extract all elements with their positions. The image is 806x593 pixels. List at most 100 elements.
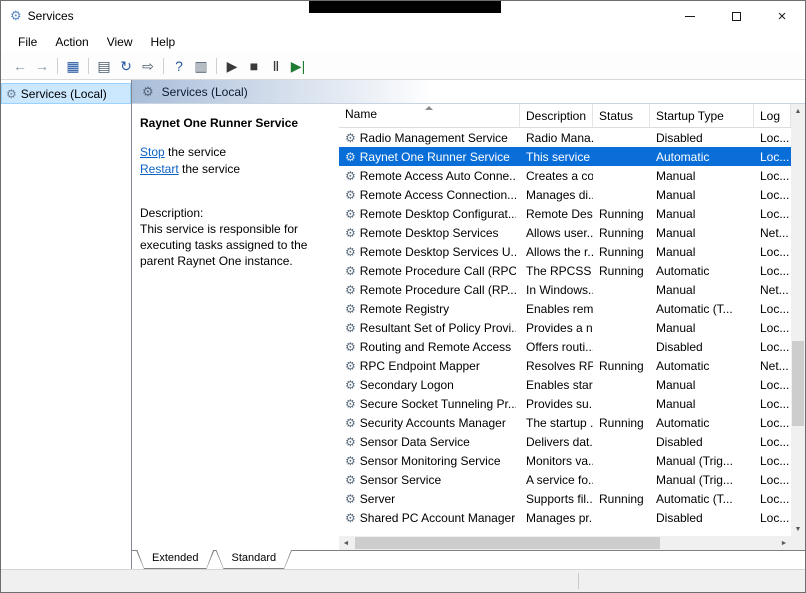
table-row[interactable]: ⚙ Resultant Set of Policy Provi... Provi… [339, 318, 791, 337]
horizontal-scroll-thumb[interactable] [355, 537, 660, 549]
cell-log-on-as: Loc... [754, 435, 791, 449]
tree-item-services-local[interactable]: ⚙ Services (Local) [2, 84, 130, 103]
cell-description: Allows user... [520, 226, 593, 240]
table-row[interactable]: ⚙ Remote Desktop Configurat... Remote De… [339, 204, 791, 223]
pause-service-icon[interactable]: Ⅱ [265, 55, 287, 77]
tab-extended[interactable]: Extended [136, 550, 214, 569]
minimize-button[interactable] [667, 1, 713, 31]
service-gear-icon: ⚙ [345, 188, 356, 202]
vertical-scrollbar[interactable]: ▲ ▼ [791, 104, 805, 536]
column-header-startup_type[interactable]: Startup Type [650, 104, 754, 127]
service-name: Secondary Logon [360, 378, 454, 392]
services-icon: ⚙ [6, 87, 17, 101]
cell-startup-type: Manual (Trig... [650, 473, 754, 487]
table-row[interactable]: ⚙ Remote Desktop Services U... Allows th… [339, 242, 791, 261]
service-gear-icon: ⚙ [345, 359, 356, 373]
extended-view-icon[interactable]: ▥ [190, 55, 212, 77]
services-header-icon: ⚙ [142, 84, 154, 100]
cell-startup-type: Manual [650, 169, 754, 183]
cell-description: Radio Mana... [520, 131, 593, 145]
table-row[interactable]: ⚙ Remote Procedure Call (RPC) The RPCSS … [339, 261, 791, 280]
table-row[interactable]: ⚙ Server Supports fil... Running Automat… [339, 489, 791, 508]
restart-service-link[interactable]: Restart [140, 162, 179, 176]
close-button[interactable]: × [759, 1, 805, 31]
restart-service-suffix: the service [179, 162, 240, 176]
cell-name: ⚙ Routing and Remote Access [339, 340, 520, 354]
cell-description: Delivers dat... [520, 435, 593, 449]
table-row[interactable]: ⚙ Shared PC Account Manager Manages pr..… [339, 508, 791, 527]
maximize-button[interactable] [713, 1, 759, 31]
scroll-up-icon[interactable]: ▲ [791, 104, 805, 118]
scroll-right-icon[interactable]: ► [777, 536, 791, 550]
stop-service-line: Stop the service [140, 144, 329, 161]
service-name: Resultant Set of Policy Provi... [360, 321, 516, 335]
menu-bar: FileActionViewHelp [1, 31, 805, 53]
tab-standard[interactable]: Standard [215, 550, 292, 569]
maximize-icon [732, 12, 741, 21]
vertical-scroll-thumb[interactable] [792, 341, 804, 426]
cell-startup-type: Automatic [650, 150, 754, 164]
table-row[interactable]: ⚙ Security Accounts Manager The startup … [339, 413, 791, 432]
menu-item-view[interactable]: View [98, 33, 142, 51]
toolbar-separator [216, 58, 217, 74]
cell-description: Manages pr... [520, 511, 593, 525]
scroll-down-icon[interactable]: ▼ [791, 522, 805, 536]
cell-status: Running [593, 416, 650, 430]
cell-startup-type: Manual [650, 188, 754, 202]
column-header-label: Startup Type [656, 109, 724, 123]
table-row[interactable]: ⚙ Sensor Monitoring Service Monitors va.… [339, 451, 791, 470]
export-list-icon[interactable]: ⇨ [137, 55, 159, 77]
scroll-left-icon[interactable]: ◄ [339, 536, 353, 550]
forward-icon[interactable]: → [31, 55, 53, 77]
service-name: Raynet One Runner Service [360, 150, 510, 164]
restart-service-icon[interactable]: ▶| [287, 55, 309, 77]
back-icon[interactable]: ← [9, 55, 31, 77]
view-tabs: ExtendedStandard [132, 550, 805, 569]
cell-name: ⚙ Resultant Set of Policy Provi... [339, 321, 520, 335]
tree-item-label: Services (Local) [21, 87, 107, 101]
service-gear-icon: ⚙ [345, 435, 356, 449]
column-header-log_on_as[interactable]: Log [754, 104, 791, 127]
cell-log-on-as: Loc... [754, 416, 791, 430]
table-row[interactable]: ⚙ Radio Management Service Radio Mana...… [339, 128, 791, 147]
table-row[interactable]: ⚙ Sensor Data Service Delivers dat... Di… [339, 432, 791, 451]
menu-item-action[interactable]: Action [46, 33, 97, 51]
cell-startup-type: Disabled [650, 511, 754, 525]
table-row[interactable]: ⚙ Routing and Remote Access Offers routi… [339, 337, 791, 356]
cell-description: The startup ... [520, 416, 593, 430]
table-row[interactable]: ⚙ Remote Registry Enables rem... Automat… [339, 299, 791, 318]
stop-service-link[interactable]: Stop [140, 145, 165, 159]
horizontal-scrollbar[interactable]: ◄ ► [339, 536, 791, 550]
cell-description: Remote Des... [520, 207, 593, 221]
menu-item-file[interactable]: File [9, 33, 46, 51]
show-console-tree-icon[interactable]: ▦ [62, 55, 84, 77]
properties-icon[interactable]: ▤ [93, 55, 115, 77]
column-header-status[interactable]: Status [593, 104, 650, 127]
service-table-body: ⚙ Radio Management Service Radio Mana...… [339, 128, 791, 536]
cell-name: ⚙ Sensor Data Service [339, 435, 520, 449]
table-row[interactable]: ⚙ Sensor Service A service fo... Manual … [339, 470, 791, 489]
menu-item-help[interactable]: Help [142, 33, 185, 51]
column-header-name[interactable]: Name [339, 104, 520, 127]
cell-status: Running [593, 226, 650, 240]
table-row[interactable]: ⚙ RPC Endpoint Mapper Resolves RP... Run… [339, 356, 791, 375]
service-gear-icon: ⚙ [345, 226, 356, 240]
refresh-icon[interactable]: ↻ [115, 55, 137, 77]
column-header-description[interactable]: Description [520, 104, 593, 127]
title-bar[interactable]: ⚙ Services × [1, 1, 805, 31]
horizontal-scroll-track[interactable] [353, 536, 777, 550]
table-row[interactable]: ⚙ Remote Access Connection... Manages di… [339, 185, 791, 204]
cell-log-on-as: Net... [754, 359, 791, 373]
redacted-region [309, 1, 501, 13]
table-row[interactable]: ⚙ Remote Desktop Services Allows user...… [339, 223, 791, 242]
table-row[interactable]: ⚙ Remote Procedure Call (RP... In Window… [339, 280, 791, 299]
stop-service-icon[interactable]: ■ [243, 55, 265, 77]
table-row[interactable]: ⚙ Raynet One Runner Service This service… [339, 147, 791, 166]
help-icon[interactable]: ? [168, 55, 190, 77]
table-row[interactable]: ⚙ Secondary Logon Enables star... Manual… [339, 375, 791, 394]
service-name: Routing and Remote Access [360, 340, 511, 354]
table-row[interactable]: ⚙ Remote Access Auto Conne... Creates a … [339, 166, 791, 185]
start-service-icon[interactable]: ▶ [221, 55, 243, 77]
cell-name: ⚙ Remote Access Connection... [339, 188, 520, 202]
table-row[interactable]: ⚙ Secure Socket Tunneling Pr... Provides… [339, 394, 791, 413]
